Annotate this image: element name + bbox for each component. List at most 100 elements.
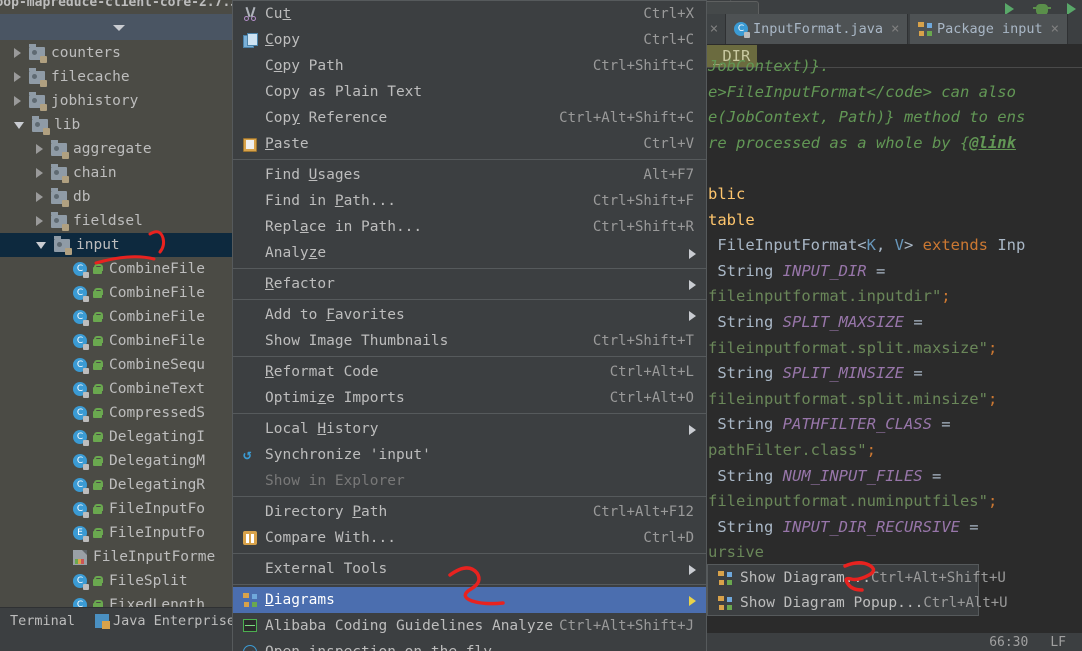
tree-item-combinetext[interactable]: C CombineText xyxy=(0,377,232,401)
project-tree-list[interactable]: counters filecache jobhistory lib aggregate c… xyxy=(0,41,232,607)
code-line[interactable]: fileinputformat.inputdir"; xyxy=(708,287,951,305)
tree-collapse-arrow-icon[interactable] xyxy=(36,241,46,249)
caret-position[interactable]: 66:30 xyxy=(989,635,1028,650)
tree-item-combinefile[interactable]: C CombineFile xyxy=(0,257,232,281)
tree-item-filesplit[interactable]: C FileSplit xyxy=(0,569,232,593)
code-line[interactable]: fileinputformat.split.minsize"; xyxy=(708,390,997,408)
tree-item-chain[interactable]: chain xyxy=(0,161,232,185)
menu-item-copy[interactable]: Copy Ctrl+C xyxy=(233,27,706,53)
tree-item-delegatingm[interactable]: C DelegatingM xyxy=(0,449,232,473)
menu-item-refactor[interactable]: Refactor xyxy=(233,271,706,297)
tree-collapse-arrow-icon[interactable] xyxy=(14,121,24,129)
menu-item-external-tools[interactable]: External Tools xyxy=(233,556,706,582)
tool-window-java-enterprise[interactable]: Java Enterprise xyxy=(85,613,245,629)
code-line[interactable]: re processed as a whole by {@link xyxy=(708,134,1025,152)
code-line[interactable]: pathFilter.class"; xyxy=(708,441,876,459)
code-editor[interactable]: JobContext)}. e>FileInputFormat</code> ca… xyxy=(700,44,1082,607)
menu-item-copy-path[interactable]: Copy Path Ctrl+Shift+C xyxy=(233,53,706,79)
submenu-item-show-diagram[interactable]: Show Diagram... Ctrl+Alt+Shift+U xyxy=(708,565,1006,590)
code-line[interactable]: String SPLIT_MAXSIZE = xyxy=(708,313,922,331)
tree-expand-arrow-icon[interactable] xyxy=(36,144,43,154)
chevron-down-icon[interactable] xyxy=(113,25,125,31)
tree-expand-arrow-icon[interactable] xyxy=(36,192,43,202)
diagrams-submenu[interactable]: Show Diagram... Ctrl+Alt+Shift+U Show Diag… xyxy=(707,564,1008,616)
close-icon[interactable]: × xyxy=(710,21,718,37)
tree-item-filecache[interactable]: filecache xyxy=(0,65,232,89)
code-line[interactable]: e>FileInputFormat</code> can also xyxy=(708,83,1025,101)
tree-toolbar[interactable] xyxy=(0,14,232,40)
code-line[interactable]: String PATHFILTER_CLASS = xyxy=(708,415,950,433)
code-line[interactable]: ursive xyxy=(708,543,764,561)
menu-item-analyze[interactable]: Analyze xyxy=(233,240,706,266)
code-line[interactable]: e(JobContext, Path)} method to ens xyxy=(708,108,1025,126)
tree-item-fileinputfo[interactable]: C FileInputFo xyxy=(0,497,232,521)
close-icon[interactable]: × xyxy=(1051,21,1059,37)
tree-expand-arrow-icon[interactable] xyxy=(14,96,21,106)
tree-expand-arrow-icon[interactable] xyxy=(14,48,21,58)
code-line[interactable]: fileinputformat.numinputfiles"; xyxy=(708,492,997,510)
tree-item-counters[interactable]: counters xyxy=(0,41,232,65)
menu-item-diagrams[interactable]: Diagrams xyxy=(233,587,706,613)
menu-item-find-usages[interactable]: Find Usages Alt+F7 xyxy=(233,162,706,188)
code-line[interactable]: String INPUT_DIR = xyxy=(708,262,885,280)
menu-item-replace-in-path[interactable]: Replace in Path... Ctrl+Shift+R xyxy=(233,214,706,240)
menu-item-copy-reference[interactable]: Copy Reference Ctrl+Alt+Shift+C xyxy=(233,105,706,131)
editor-tab-inputformat[interactable]: C InputFormat.java × xyxy=(726,14,909,44)
submenu-item-show-diagram-popup[interactable]: Show Diagram Popup... Ctrl+Alt+U xyxy=(708,590,1008,615)
code-line[interactable]: String NUM_INPUT_FILES = xyxy=(708,467,941,485)
tree-item-lib[interactable]: lib xyxy=(0,113,232,137)
tree-item-fieldsel[interactable]: fieldsel xyxy=(0,209,232,233)
tree-item-aggregate[interactable]: aggregate xyxy=(0,137,232,161)
tree-item-combinefile[interactable]: C CombineFile xyxy=(0,329,232,353)
tree-item-fileinputforme[interactable]: FileInputForme xyxy=(0,545,232,569)
code-line[interactable]: fileinputformat.split.maxsize"; xyxy=(708,339,997,357)
menu-item-show-image-thumbnails[interactable]: Show Image Thumbnails Ctrl+Shift+T xyxy=(233,328,706,354)
menu-item-alibaba-coding-guidelines-analyze[interactable]: Alibaba Coding Guidelines Analyze Ctrl+Al… xyxy=(233,613,706,639)
tree-item-jobhistory[interactable]: jobhistory xyxy=(0,89,232,113)
code-token: V xyxy=(894,236,904,255)
tree-item-input[interactable]: input xyxy=(0,233,232,257)
tree-item-combinefile[interactable]: C CombineFile xyxy=(0,305,232,329)
line-separator[interactable]: LF xyxy=(1050,635,1066,650)
menu-item-compare-with[interactable]: Compare With... Ctrl+D xyxy=(233,525,706,551)
close-icon[interactable]: × xyxy=(891,21,899,37)
tree-expand-arrow-icon[interactable] xyxy=(36,168,43,178)
tree-item-fixedlength[interactable]: C FixedLength xyxy=(0,593,232,607)
menu-item-local-history[interactable]: Local History xyxy=(233,416,706,442)
menu-item-add-to-favorites[interactable]: Add to Favorites xyxy=(233,302,706,328)
tree-expand-arrow-icon[interactable] xyxy=(14,72,21,82)
tree-item-combinefile[interactable]: C CombineFile xyxy=(0,281,232,305)
tree-expand-arrow-icon[interactable] xyxy=(36,216,43,226)
tree-item-delegatingi[interactable]: C DelegatingI xyxy=(0,425,232,449)
tree-item-combinesequ[interactable]: C CombineSequ xyxy=(0,353,232,377)
menu-item-copy-as-plain-text[interactable]: Copy as Plain Text xyxy=(233,79,706,105)
code-line[interactable]: JobContext)}. xyxy=(708,57,829,75)
menu-item-cut[interactable]: Cut Ctrl+X xyxy=(233,1,706,27)
tree-item-label: FileInputFo xyxy=(109,501,206,517)
tree-item-compresseds[interactable]: C CompressedS xyxy=(0,401,232,425)
menu-item-optimize-imports[interactable]: Optimize Imports Ctrl+Alt+O xyxy=(233,385,706,411)
menu-item-directory-path[interactable]: Directory Path Ctrl+Alt+F12 xyxy=(233,499,706,525)
menu-item-paste[interactable]: Paste Ctrl+V xyxy=(233,131,706,157)
menu-item-find-in-path[interactable]: Find in Path... Ctrl+Shift+F xyxy=(233,188,706,214)
menu-item-open-inspection-on-the-fly[interactable]: Open inspection on the fly xyxy=(233,639,706,651)
tree-item-delegatingr[interactable]: C DelegatingR xyxy=(0,473,232,497)
code-token: INPUT_DIR_RECURSIVE xyxy=(782,517,960,536)
tool-window-terminal[interactable]: Terminal xyxy=(0,613,85,629)
menu-item-label: Cut xyxy=(265,6,292,22)
editor-tab-package-input[interactable]: Package input × xyxy=(910,14,1069,44)
code-line[interactable]: blic xyxy=(708,185,745,203)
tree-item-db[interactable]: db xyxy=(0,185,232,209)
context-menu[interactable]: Cut Ctrl+X Copy Ctrl+C Copy Path Ctrl+Shift+C… xyxy=(232,0,707,651)
menu-item-synchronize-input[interactable]: ↺ Synchronize 'input' xyxy=(233,442,706,468)
submenu-arrow-icon xyxy=(689,596,696,606)
menu-item-reformat-code[interactable]: Reformat Code Ctrl+Alt+L xyxy=(233,359,706,385)
code-line[interactable]: String SPLIT_MINSIZE = xyxy=(708,364,922,382)
no-icon xyxy=(241,110,259,126)
menu-item-label: Find Usages xyxy=(265,167,362,183)
project-tree-pane: hadoop-mapreduce-client-core-2.7.3.jar c… xyxy=(0,0,232,607)
code-line[interactable]: String INPUT_DIR_RECURSIVE = xyxy=(708,517,978,536)
tree-item-fileinputfo[interactable]: E FileInputFo xyxy=(0,521,232,545)
code-line[interactable]: FileInputFormat<K, V> extends Inp xyxy=(708,236,1025,254)
code-line[interactable]: table xyxy=(708,211,755,229)
